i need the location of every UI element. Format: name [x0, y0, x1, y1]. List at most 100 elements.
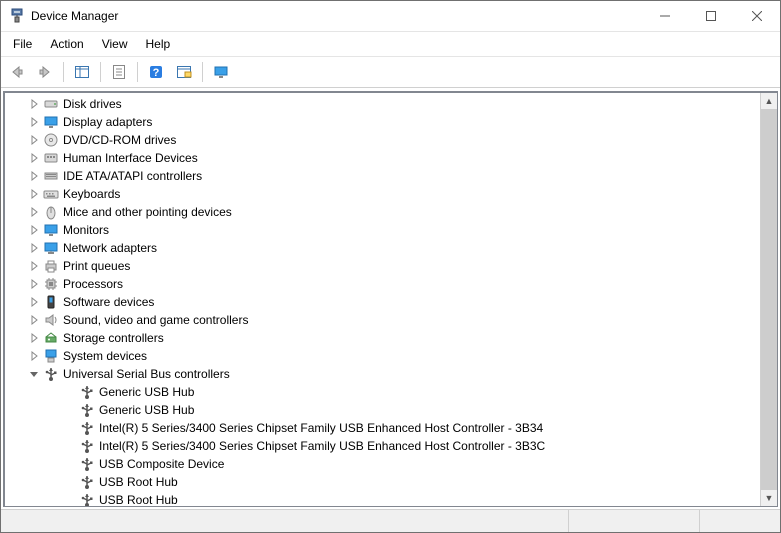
- system-icon: [43, 348, 59, 364]
- usb-icon: [79, 402, 95, 418]
- toolbar: ?: [1, 57, 780, 88]
- tree-node-label: Mice and other pointing devices: [63, 205, 232, 219]
- toolbar-separator: [63, 62, 64, 82]
- tree-node-generic-usb-hub[interactable]: Generic USB Hub: [5, 401, 761, 419]
- tree-node-label: Intel(R) 5 Series/3400 Series Chipset Fa…: [99, 421, 543, 435]
- tree-node-processors[interactable]: Processors: [5, 275, 761, 293]
- tree-node-ide-ata-atapi-controllers[interactable]: IDE ATA/ATAPI controllers: [5, 167, 761, 185]
- tree-node-monitors[interactable]: Monitors: [5, 221, 761, 239]
- tree-node-display-adapters[interactable]: Display adapters: [5, 113, 761, 131]
- expand-icon[interactable]: [27, 223, 41, 237]
- app-icon: [9, 8, 25, 24]
- show-hide-tree-button[interactable]: [70, 60, 94, 84]
- tree-node-label: USB Root Hub: [99, 493, 178, 506]
- expander-placeholder: [63, 439, 77, 453]
- dvd-icon: [43, 132, 59, 148]
- scan-hardware-button[interactable]: [172, 60, 196, 84]
- window-title: Device Manager: [31, 9, 642, 23]
- tree-node-label: Software devices: [63, 295, 154, 309]
- collapse-icon[interactable]: [27, 367, 41, 381]
- titlebar: Device Manager: [1, 1, 780, 32]
- expand-icon[interactable]: [27, 187, 41, 201]
- tree-node-label: Human Interface Devices: [63, 151, 198, 165]
- tree-node-usb-composite-device[interactable]: USB Composite Device: [5, 455, 761, 473]
- sound-icon: [43, 312, 59, 328]
- tree-node-label: Monitors: [63, 223, 109, 237]
- tree-node-mice-and-other-pointing-devices[interactable]: Mice and other pointing devices: [5, 203, 761, 221]
- tree-node-universal-serial-bus-controllers[interactable]: Universal Serial Bus controllers: [5, 365, 761, 383]
- tree-node-disk-drives[interactable]: Disk drives: [5, 95, 761, 113]
- device-tree[interactable]: Disk drives Display adapters DVD/CD-ROM dr…: [5, 93, 761, 506]
- expander-placeholder: [63, 493, 77, 506]
- expand-icon[interactable]: [27, 97, 41, 111]
- tree-node-label: Display adapters: [63, 115, 152, 129]
- maximize-button[interactable]: [688, 1, 734, 31]
- expand-icon[interactable]: [27, 169, 41, 183]
- printer-icon: [43, 258, 59, 274]
- tree-node-label: USB Composite Device: [99, 457, 224, 471]
- back-button[interactable]: [5, 60, 29, 84]
- minimize-button[interactable]: [642, 1, 688, 31]
- properties-button[interactable]: [107, 60, 131, 84]
- usb-icon: [79, 474, 95, 490]
- tree-node-intel-r-5-series-3400-series-chipset-family-usb-enhanced-host-controller-3b34[interactable]: Intel(R) 5 Series/3400 Series Chipset Fa…: [5, 419, 761, 437]
- monitor-icon: [43, 222, 59, 238]
- tree-node-system-devices[interactable]: System devices: [5, 347, 761, 365]
- expand-icon[interactable]: [27, 349, 41, 363]
- menu-help[interactable]: Help: [138, 35, 179, 53]
- window-controls: [642, 1, 780, 31]
- tree-node-label: USB Root Hub: [99, 475, 178, 489]
- status-pane: [569, 510, 700, 532]
- tree-node-usb-root-hub[interactable]: USB Root Hub: [5, 491, 761, 506]
- forward-button[interactable]: [33, 60, 57, 84]
- expand-icon[interactable]: [27, 277, 41, 291]
- network-icon: [43, 240, 59, 256]
- tree-node-label: Generic USB Hub: [99, 385, 194, 399]
- expand-icon[interactable]: [27, 205, 41, 219]
- disk-icon: [43, 96, 59, 112]
- close-button[interactable]: [734, 1, 780, 31]
- usb-icon: [79, 456, 95, 472]
- tree-node-storage-controllers[interactable]: Storage controllers: [5, 329, 761, 347]
- tree-node-print-queues[interactable]: Print queues: [5, 257, 761, 275]
- menu-action[interactable]: Action: [42, 35, 91, 53]
- tree-node-software-devices[interactable]: Software devices: [5, 293, 761, 311]
- expander-placeholder: [63, 421, 77, 435]
- scroll-thumb[interactable]: [761, 109, 777, 490]
- tree-node-dvd-cd-rom-drives[interactable]: DVD/CD-ROM drives: [5, 131, 761, 149]
- tree-node-keyboards[interactable]: Keyboards: [5, 185, 761, 203]
- tree-node-usb-root-hub[interactable]: USB Root Hub: [5, 473, 761, 491]
- scroll-up-arrow[interactable]: ▲: [761, 93, 777, 109]
- tree-node-intel-r-5-series-3400-series-chipset-family-usb-enhanced-host-controller-3b3c[interactable]: Intel(R) 5 Series/3400 Series Chipset Fa…: [5, 437, 761, 455]
- expander-placeholder: [63, 403, 77, 417]
- menu-file[interactable]: File: [5, 35, 40, 53]
- expand-icon[interactable]: [27, 313, 41, 327]
- tree-node-label: Intel(R) 5 Series/3400 Series Chipset Fa…: [99, 439, 545, 453]
- toolbar-separator: [100, 62, 101, 82]
- tree-node-human-interface-devices[interactable]: Human Interface Devices: [5, 149, 761, 167]
- expand-icon[interactable]: [27, 133, 41, 147]
- expand-icon[interactable]: [27, 151, 41, 165]
- menubar: File Action View Help: [1, 32, 780, 57]
- tree-node-generic-usb-hub[interactable]: Generic USB Hub: [5, 383, 761, 401]
- expand-icon[interactable]: [27, 259, 41, 273]
- toolbar-separator: [202, 62, 203, 82]
- scroll-down-arrow[interactable]: ▼: [761, 490, 777, 506]
- usb-icon: [43, 366, 59, 382]
- content-area: Disk drives Display adapters DVD/CD-ROM dr…: [1, 88, 780, 509]
- expand-icon[interactable]: [27, 295, 41, 309]
- expand-icon[interactable]: [27, 115, 41, 129]
- tree-node-label: Processors: [63, 277, 123, 291]
- vertical-scrollbar[interactable]: ▲ ▼: [760, 93, 777, 506]
- tree-node-label: System devices: [63, 349, 147, 363]
- menu-view[interactable]: View: [94, 35, 136, 53]
- monitor-button[interactable]: [209, 60, 233, 84]
- tree-node-label: Disk drives: [63, 97, 122, 111]
- expander-placeholder: [63, 457, 77, 471]
- svg-text:?: ?: [153, 67, 160, 79]
- expand-icon[interactable]: [27, 241, 41, 255]
- tree-node-sound-video-and-game-controllers[interactable]: Sound, video and game controllers: [5, 311, 761, 329]
- expand-icon[interactable]: [27, 331, 41, 345]
- help-button[interactable]: ?: [144, 60, 168, 84]
- tree-node-network-adapters[interactable]: Network adapters: [5, 239, 761, 257]
